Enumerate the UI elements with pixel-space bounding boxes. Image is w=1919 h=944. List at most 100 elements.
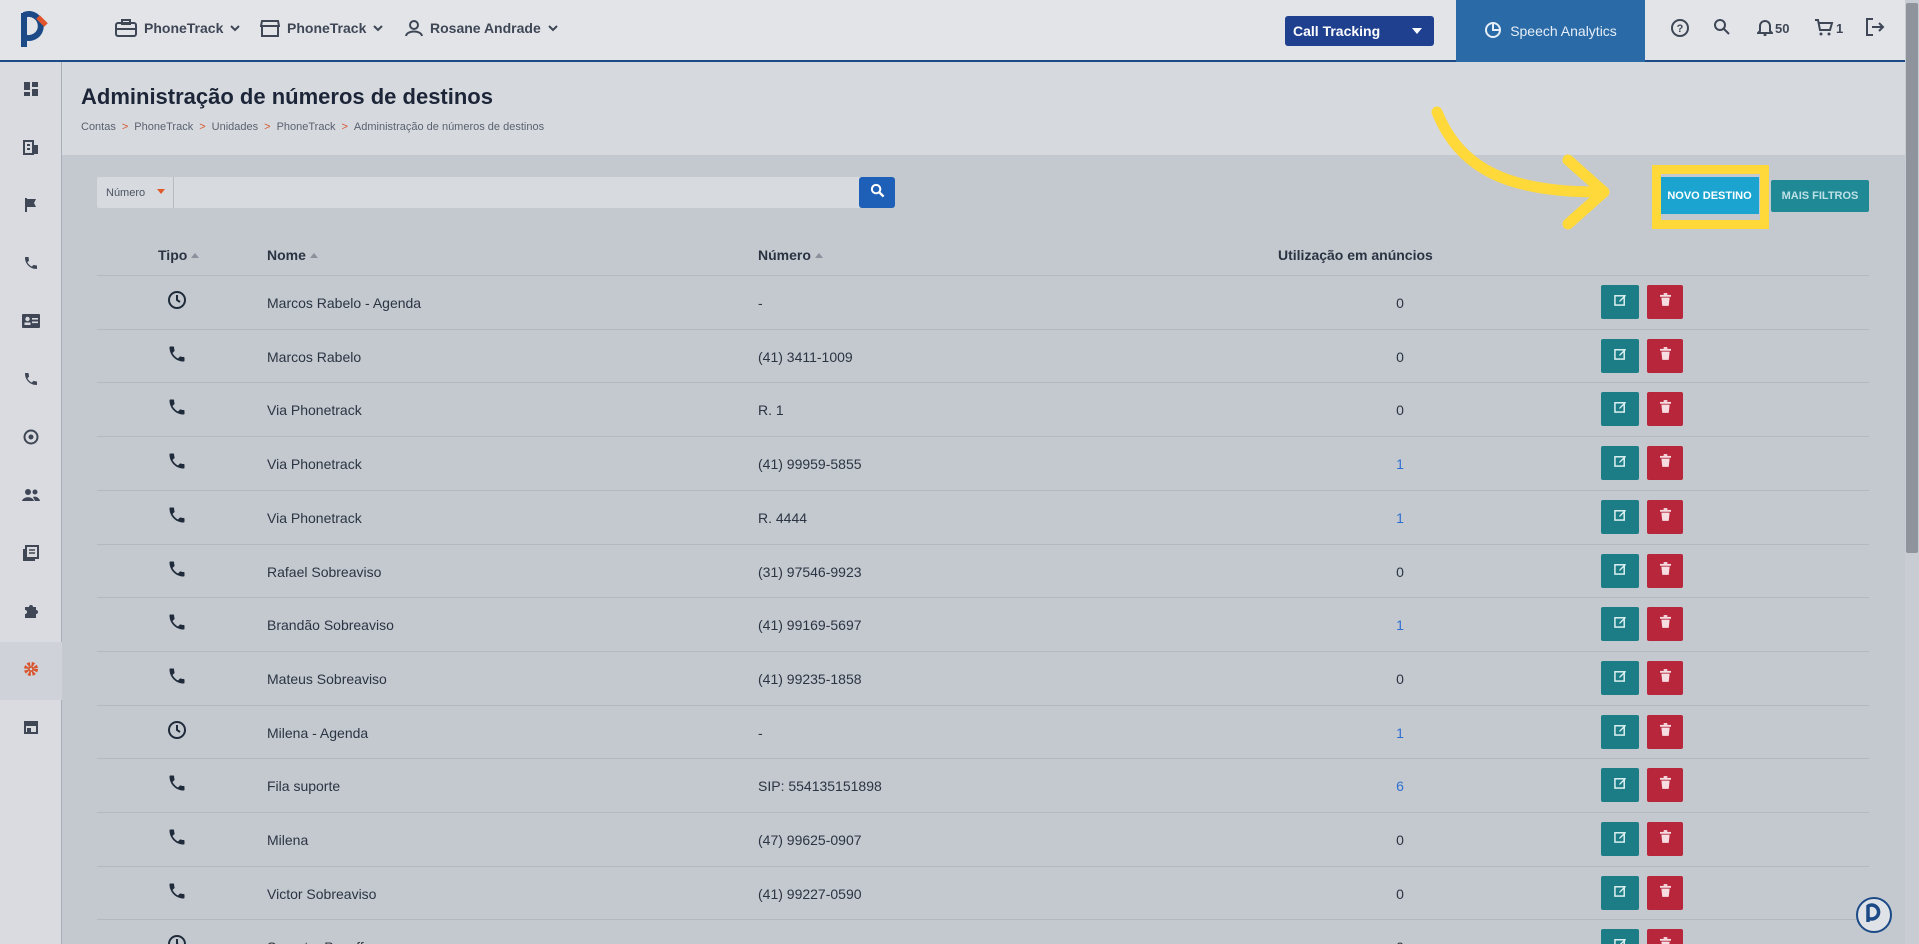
sidebar-item-contacts[interactable] — [0, 294, 62, 352]
unit-dropdown[interactable]: PhoneTrack — [260, 19, 384, 37]
usage-count[interactable]: 1 — [1350, 456, 1450, 472]
edit-button[interactable] — [1601, 715, 1639, 749]
edit-icon — [1613, 454, 1627, 472]
destination-name: Fila suporte — [267, 778, 341, 794]
edit-button[interactable] — [1601, 661, 1639, 695]
sidebar-item-calls[interactable] — [0, 236, 62, 294]
usage-count[interactable]: 6 — [1350, 778, 1450, 794]
edit-button[interactable] — [1601, 876, 1639, 910]
delete-button[interactable] — [1647, 822, 1683, 856]
breadcrumb-item[interactable]: PhoneTrack — [134, 121, 193, 133]
usage-count: 0 — [1396, 295, 1404, 311]
sidebar-item-users[interactable] — [0, 468, 62, 526]
usage-count: 0 — [1396, 402, 1404, 418]
logout-icon — [1865, 18, 1885, 39]
delete-button[interactable] — [1647, 768, 1683, 802]
store-icon — [260, 19, 280, 37]
user-label: Rosane Andrade — [430, 20, 541, 36]
usage-count[interactable]: 1 — [1350, 725, 1450, 741]
speech-analytics-button[interactable]: Speech Analytics — [1456, 0, 1645, 62]
delete-button[interactable] — [1647, 876, 1683, 910]
delete-button[interactable] — [1647, 554, 1683, 588]
search-submit-button[interactable] — [859, 177, 895, 208]
trash-icon — [1659, 293, 1671, 311]
edit-button[interactable] — [1601, 768, 1639, 802]
phone-icon — [167, 773, 187, 798]
sidebar-item-dashboard[interactable] — [0, 62, 62, 120]
breadcrumb-item[interactable]: Contas — [81, 121, 116, 133]
delete-button[interactable] — [1647, 392, 1683, 426]
search-input[interactable] — [177, 180, 847, 205]
chat-widget-button[interactable] — [1856, 897, 1892, 933]
sidebar-item-campaigns[interactable] — [0, 178, 62, 236]
destination-name: Brandão Sobreaviso — [267, 617, 394, 633]
table-row: Milena - Agenda - 1 — [97, 705, 1869, 759]
product-select[interactable]: Call Tracking — [1285, 16, 1434, 46]
user-dropdown[interactable]: Rosane Andrade — [405, 19, 558, 37]
delete-button[interactable] — [1647, 446, 1683, 480]
edit-button[interactable] — [1601, 339, 1639, 373]
account-dropdown[interactable]: PhoneTrack — [115, 19, 241, 37]
cart-button[interactable]: 1 — [1814, 18, 1843, 39]
phone-icon — [167, 881, 187, 906]
logout-button[interactable] — [1865, 18, 1885, 39]
search-icon — [870, 183, 885, 203]
table-row: Marcos Rabelo (41) 3411-1009 0 — [97, 329, 1869, 383]
edit-button[interactable] — [1601, 929, 1639, 944]
edit-button[interactable] — [1601, 500, 1639, 534]
dashboard-icon — [23, 81, 39, 102]
edit-icon — [1613, 400, 1627, 418]
destination-number: (41) 3411-1009 — [758, 349, 853, 365]
phonetrack-logo[interactable] — [18, 9, 56, 49]
sidebar-item-reports[interactable] — [0, 526, 62, 584]
delete-button[interactable] — [1647, 929, 1683, 944]
destination-name: Suporte+Payoff — [267, 939, 364, 944]
sidebar-item-integrations[interactable] — [0, 584, 62, 642]
phone-icon — [167, 344, 187, 369]
puzzle-icon — [23, 603, 39, 624]
notifications-button[interactable]: 50 — [1755, 18, 1789, 39]
usage-count: 0 — [1350, 939, 1450, 944]
sidebar-item-numbers[interactable] — [0, 352, 62, 410]
usage-count[interactable]: 1 — [1350, 617, 1450, 633]
highlight-box — [1652, 165, 1769, 229]
column-header-name[interactable]: Nome — [267, 247, 318, 263]
usage-count: 0 — [1396, 564, 1404, 580]
delete-button[interactable] — [1647, 715, 1683, 749]
edit-button[interactable] — [1601, 392, 1639, 426]
edit-icon — [1613, 884, 1627, 902]
edit-icon — [1613, 937, 1627, 944]
delete-button[interactable] — [1647, 339, 1683, 373]
edit-button[interactable] — [1601, 607, 1639, 641]
more-filters-button[interactable]: MAIS FILTROS — [1771, 180, 1869, 212]
trash-icon — [1659, 884, 1671, 902]
column-header-number[interactable]: Número — [758, 247, 823, 263]
speech-analytics-label: Speech Analytics — [1510, 23, 1617, 39]
breadcrumb-item[interactable]: Unidades — [212, 121, 258, 133]
help-button[interactable]: ? — [1670, 18, 1690, 41]
caret-down-icon — [157, 189, 165, 194]
sidebar-item-settings[interactable] — [0, 642, 62, 700]
delete-button[interactable] — [1647, 285, 1683, 319]
table-row: Mateus Sobreaviso (41) 99235-1858 0 — [97, 651, 1869, 705]
sidebar-item-companies[interactable] — [0, 120, 62, 178]
phone-icon — [167, 397, 187, 422]
usage-count[interactable]: 1 — [1350, 510, 1450, 526]
column-header-type[interactable]: Tipo — [158, 247, 200, 263]
delete-button[interactable] — [1647, 661, 1683, 695]
edit-button[interactable] — [1601, 285, 1639, 319]
scrollbar-thumb[interactable] — [1906, 3, 1918, 553]
breadcrumb-item[interactable]: PhoneTrack — [277, 121, 336, 133]
trash-icon — [1659, 830, 1671, 848]
edit-button[interactable] — [1601, 554, 1639, 588]
sidebar-item-store[interactable] — [0, 700, 62, 758]
edit-button[interactable] — [1601, 822, 1639, 856]
delete-button[interactable] — [1647, 500, 1683, 534]
search-button[interactable] — [1713, 18, 1731, 39]
table-row: Via Phonetrack R. 4444 1 — [97, 490, 1869, 544]
search-field-select[interactable]: Número — [97, 177, 174, 208]
sidebar-item-goals[interactable] — [0, 410, 62, 468]
sort-icon — [814, 252, 823, 258]
edit-button[interactable] — [1601, 446, 1639, 480]
delete-button[interactable] — [1647, 607, 1683, 641]
